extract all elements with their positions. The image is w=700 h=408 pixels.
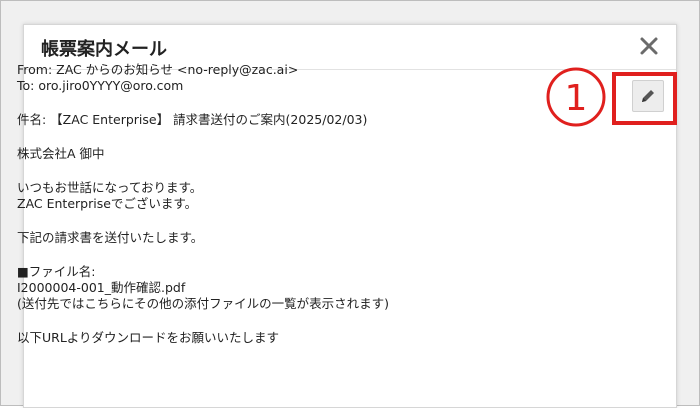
callout-number-1: 1 — [546, 67, 606, 127]
email-from: From: ZAC からのお知らせ <no-reply@zac.ai> — [17, 62, 299, 77]
dialog-title: 帳票案内メール — [41, 39, 167, 60]
email-body: From: ZAC からのお知らせ <no-reply@zac.ai> To: … — [17, 62, 389, 346]
file-name: I2000004-001_動作確認.pdf — [17, 280, 186, 295]
file-label: ■ファイル名: — [17, 264, 96, 279]
file-note: (送付先ではこちらにその他の添付ファイルの一覧が表示されます) — [17, 296, 390, 311]
close-button[interactable] — [636, 33, 662, 59]
svg-text:1: 1 — [565, 78, 588, 119]
close-icon — [640, 37, 658, 55]
email-greeting-1: いつもお世話になっております。 — [17, 180, 203, 195]
email-to: To: oro.jiro0YYYY@oro.com — [17, 78, 184, 93]
email-addressee: 株式会社A 御中 — [17, 146, 105, 161]
email-greeting-2: ZAC Enterpriseでございます。 — [17, 196, 198, 211]
email-intro: 下記の請求書を送付いたします。 — [17, 230, 204, 245]
highlight-box — [612, 72, 677, 125]
email-subject: 件名: 【ZAC Enterprise】 請求書送付のご案内(2025/02/0… — [17, 112, 368, 127]
download-line: 以下URLよりダウンロードをお願いいたします — [17, 330, 280, 345]
